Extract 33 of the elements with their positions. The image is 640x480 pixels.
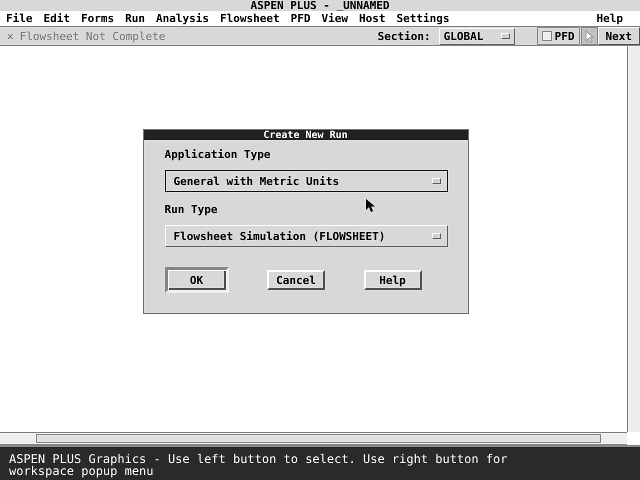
- menu-item[interactable]: Host: [358, 12, 386, 26]
- cursor-icon: [366, 199, 376, 213]
- menu-item[interactable]: Forms: [81, 12, 114, 26]
- dropdown[interactable]: General with Metric Units: [164, 170, 448, 192]
- window-title: ASPEN PLUS - _UNNAMED: [0, 0, 640, 11]
- status-text: Flowsheet Not Complete: [20, 30, 166, 42]
- next-button[interactable]: Next: [598, 27, 640, 45]
- status-mark: ×: [7, 30, 14, 42]
- pointer-icon: [584, 30, 594, 42]
- menu-item[interactable]: File: [6, 12, 32, 26]
- menu-item[interactable]: Edit: [44, 12, 70, 26]
- menu-item[interactable]: Run: [125, 12, 145, 26]
- menu-item[interactable]: Analysis: [156, 12, 209, 26]
- dialog-button[interactable]: Cancel: [267, 270, 325, 290]
- section-select[interactable]: GLOBAL: [438, 28, 515, 44]
- menu-item[interactable]: Flowsheet: [220, 12, 280, 26]
- menu-item[interactable]: Help: [596, 12, 623, 26]
- field-label: Application Type: [164, 148, 270, 162]
- pointer-tool[interactable]: [580, 27, 598, 45]
- horizontal-scrollbar[interactable]: [0, 432, 627, 445]
- pfd-label: PFD: [554, 30, 574, 42]
- menu-item[interactable]: Settings: [396, 12, 450, 26]
- dropdown[interactable]: Flowsheet Simulation (FLOWSHEET): [164, 225, 448, 247]
- pfd-checkbox[interactable]: [542, 31, 552, 41]
- field-label: Run Type: [164, 203, 218, 217]
- menu-item[interactable]: PFD: [290, 12, 310, 26]
- status-bar: ASPEN PLUS Graphics - Use left button to select. Use right button for workspace popup menu: [0, 445, 640, 480]
- dialog-button[interactable]: OK: [164, 267, 228, 293]
- vertical-scrollbar[interactable]: [627, 46, 640, 432]
- dialog-title: Create New Run: [144, 130, 468, 140]
- dialog-button[interactable]: Help: [364, 270, 422, 290]
- menu-item[interactable]: View: [321, 12, 348, 26]
- section-label: Section:: [378, 30, 431, 42]
